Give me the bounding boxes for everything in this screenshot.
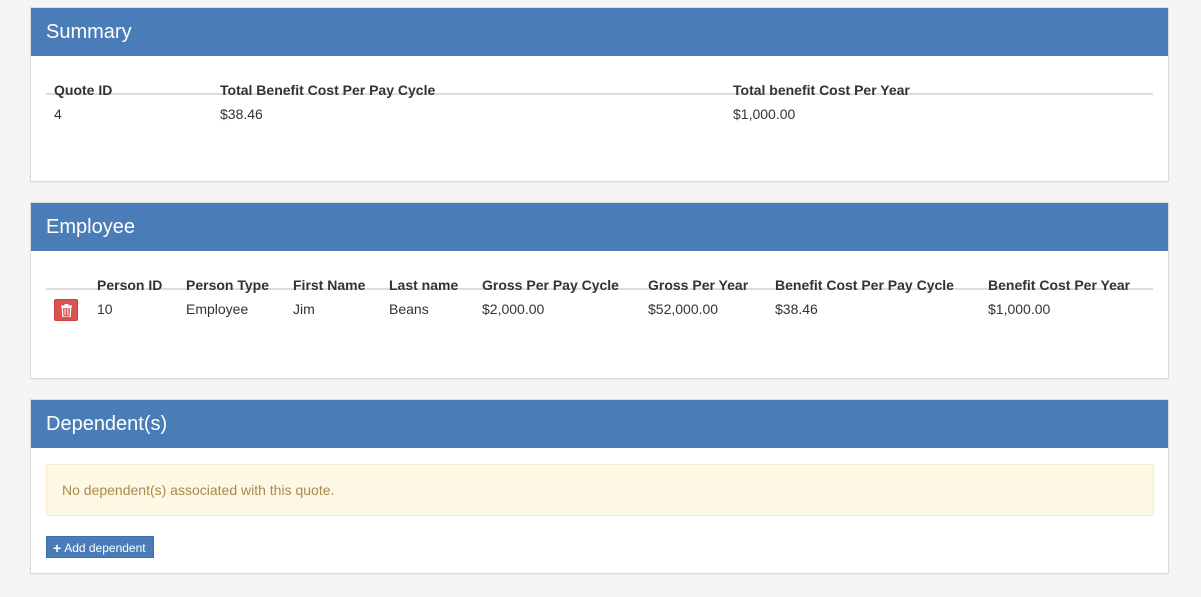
table-row: 4 $38.46 $1,000.00 <box>46 95 1153 133</box>
cell-last-name: Beans <box>389 301 429 317</box>
employee-table: Person ID Person Type First Name Last na… <box>46 251 1153 328</box>
dependents-heading: Dependent(s) <box>31 400 1168 448</box>
cell-benefit-pay-cycle: $38.46 <box>775 301 818 317</box>
cell-person-type: Employee <box>186 301 249 317</box>
delete-employee-button[interactable] <box>54 299 78 321</box>
no-dependents-alert: No dependent(s) associated with this quo… <box>46 464 1154 516</box>
table-row: 10 Employee Jim Beans $2,000.00 $52,000.… <box>46 290 1153 328</box>
trash-icon <box>61 304 72 317</box>
cell-gross-year: $52,000.00 <box>648 301 719 317</box>
plus-icon: + <box>53 540 62 556</box>
cell-quote-id: 4 <box>54 106 62 122</box>
add-dependent-label: Add dependent <box>64 541 146 555</box>
cell-gross-pay-cycle: $2,000.00 <box>482 301 545 317</box>
cell-benefit-year: $1,000.00 <box>988 301 1051 317</box>
summary-heading: Summary <box>31 8 1168 56</box>
cell-first-name: Jim <box>293 301 315 317</box>
cell-total-cost-pay-cycle: $38.46 <box>220 106 263 122</box>
employee-table-header: Person ID Person Type First Name Last na… <box>46 251 1153 293</box>
summary-table-header: Quote ID Total Benefit Cost Per Pay Cycl… <box>46 56 1153 98</box>
dependents-panel: Dependent(s) No dependent(s) associated … <box>30 399 1169 574</box>
summary-panel: Summary Quote ID Total Benefit Cost Per … <box>30 7 1169 182</box>
cell-total-cost-year: $1,000.00 <box>733 106 796 122</box>
employee-heading: Employee <box>31 203 1168 251</box>
add-dependent-button[interactable]: + Add dependent <box>46 536 154 558</box>
cell-person-id: 10 <box>97 301 113 317</box>
employee-panel: Employee Person ID Person Type First Nam… <box>30 202 1169 379</box>
summary-table: Quote ID Total Benefit Cost Per Pay Cycl… <box>46 56 1153 133</box>
